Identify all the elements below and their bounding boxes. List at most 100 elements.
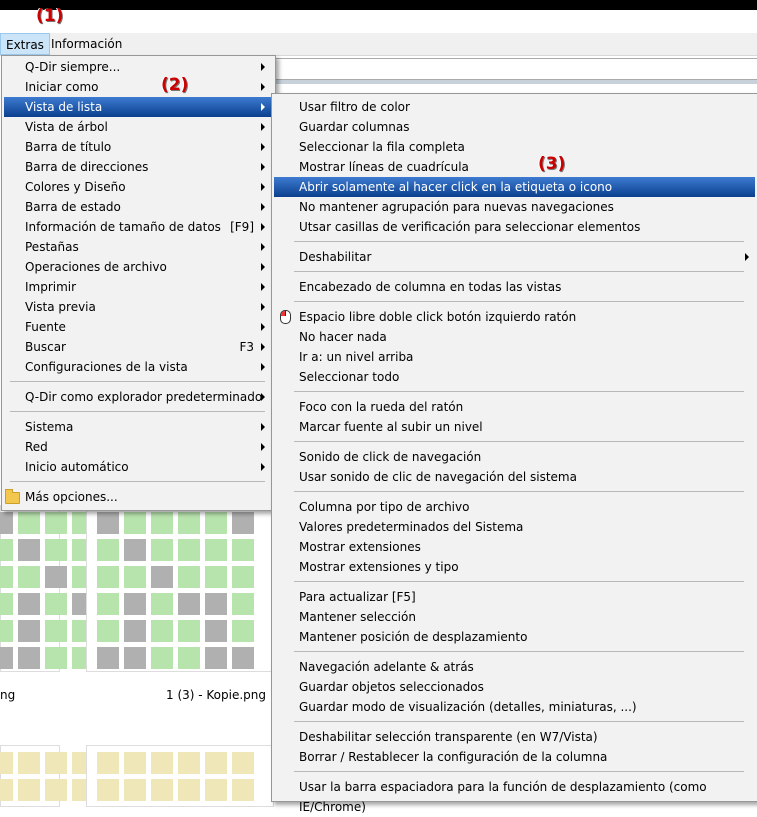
submenu-arrow-icon xyxy=(261,243,265,251)
toolbar-strip xyxy=(274,80,757,84)
menu-item-label: Red xyxy=(25,440,48,454)
menu-item-barra-de-direcciones[interactable]: Barra de direcciones xyxy=(4,157,272,177)
menu-item-red[interactable]: Red xyxy=(4,437,272,457)
menu-item-mostrar-extensiones[interactable]: Mostrar extensiones xyxy=(274,537,755,557)
menu-item-utsar-casillas-de-verificacion-para-seleccionar-elementos[interactable]: Utsar casillas de verificación para sele… xyxy=(274,217,755,237)
thumbnail-cell xyxy=(151,539,173,561)
submenu-arrow-icon xyxy=(745,253,749,261)
menu-item-usar-la-barra-espaciadora-para-la-funcion-de-desplazamiento-como-ie-chrome[interactable]: Usar la barra espaciadora para la funció… xyxy=(274,777,755,814)
menu-bar: Extras Información xyxy=(0,33,757,56)
menu-item-label: Vista de lista xyxy=(25,100,103,114)
menu-item-label: Guardar objetos seleccionados xyxy=(299,680,484,694)
thumbnail-cell xyxy=(124,620,146,642)
thumbnail-left[interactable] xyxy=(0,505,148,672)
menu-separator xyxy=(294,651,744,652)
file-name-left[interactable]: ng xyxy=(0,688,15,702)
thumbnail-cell xyxy=(97,752,119,774)
menu-item-guardar-objetos-seleccionados[interactable]: Guardar objetos seleccionados xyxy=(274,677,755,697)
menu-item-label: Encabezado de columna en todas las vista… xyxy=(299,280,562,294)
menu-extras[interactable]: Extras xyxy=(0,33,50,55)
thumbnail-left-2[interactable] xyxy=(0,745,148,807)
thumbnail-cell xyxy=(124,779,146,801)
thumbnail-right-2[interactable] xyxy=(86,745,274,807)
menu-item-seleccionar-todo[interactable]: Seleccionar todo xyxy=(274,367,755,387)
folder-icon xyxy=(5,489,20,504)
thumbnail-cell xyxy=(45,593,67,615)
menu-item-abrir-solamente-al-hacer-click-en-la-etiqueta-o-icono[interactable]: Abrir solamente al hacer click en la eti… xyxy=(274,177,755,197)
menu-item-label: Vista previa xyxy=(25,300,96,314)
menu-item-foco-con-la-rueda-del-raton[interactable]: Foco con la rueda del ratón xyxy=(274,397,755,417)
menu-item-valores-predeterminados-del-sistema[interactable]: Valores predeterminados del Sistema xyxy=(274,517,755,537)
menu-item-espacio-libre-doble-click-boton-izquierdo-raton[interactable]: Espacio libre doble click botón izquierd… xyxy=(274,307,755,327)
menu-item-deshabilitar-seleccion-transparente-en-w7-vista[interactable]: Deshabilitar selección transparente (en … xyxy=(274,727,755,747)
menu-item-columna-por-tipo-de-archivo[interactable]: Columna por tipo de archivo xyxy=(274,497,755,517)
menu-item-no-mantener-agrupacion-para-nuevas-navegaciones[interactable]: No mantener agrupación para nuevas naveg… xyxy=(274,197,755,217)
menu-item-sonido-de-click-de-navegacion[interactable]: Sonido de click de navegación xyxy=(274,447,755,467)
menu-item-label: Seleccionar todo xyxy=(299,370,400,384)
menu-item-navegacion-adelante-atras[interactable]: Navegación adelante & atrás xyxy=(274,657,755,677)
menu-item-usar-sonido-de-clic-de-navegacion-del-sistema[interactable]: Usar sonido de clic de navegación del si… xyxy=(274,467,755,487)
menu-item-marcar-fuente-al-subir-un-nivel[interactable]: Marcar fuente al subir un nivel xyxy=(274,417,755,437)
menu-item-label: No hacer nada xyxy=(299,330,387,344)
menu-separator xyxy=(294,721,744,722)
menu-item-encabezado-de-columna-en-todas-las-vistas[interactable]: Encabezado de columna en todas las vista… xyxy=(274,277,755,297)
menu-item-mantener-seleccion[interactable]: Mantener selección xyxy=(274,607,755,627)
menu-item-usar-filtro-de-color[interactable]: Usar filtro de color xyxy=(274,97,755,117)
menu-item-sistema[interactable]: Sistema xyxy=(4,417,272,437)
menu-informacion[interactable]: Información xyxy=(46,33,127,55)
menu-item-ir-a-un-nivel-arriba[interactable]: Ir a: un nivel arriba xyxy=(274,347,755,367)
menu-item-label: No mantener agrupación para nuevas naveg… xyxy=(299,200,614,214)
thumbnail-right[interactable] xyxy=(86,505,274,672)
menu-item-barra-de-estado[interactable]: Barra de estado xyxy=(4,197,272,217)
thumbnail-cell xyxy=(124,752,146,774)
thumbnail-cell xyxy=(178,593,200,615)
menu-item-mantener-posicion-de-desplazamiento[interactable]: Mantener posición de desplazamiento xyxy=(274,627,755,647)
menu-item-informacion-de-tamano-de-datos[interactable]: Información de tamaño de datos [F9] xyxy=(4,217,272,237)
menu-item-fuente[interactable]: Fuente xyxy=(4,317,272,337)
menu-item-label: Deshabilitar selección transparente (en … xyxy=(299,730,598,744)
thumbnail-cell xyxy=(97,779,119,801)
menu-item-buscar[interactable]: Buscar F3 xyxy=(4,337,272,357)
menu-item-inicio-automatico[interactable]: Inicio automático xyxy=(4,457,272,477)
thumbnail-cell xyxy=(0,752,13,774)
menu-item-seleccionar-la-fila-completa[interactable]: Seleccionar la fila completa xyxy=(274,137,755,157)
vista-de-lista-submenu: Usar filtro de color Guardar columnas Sele… xyxy=(271,93,757,814)
submenu-arrow-icon xyxy=(261,423,265,431)
menu-item-colores-y-diseno[interactable]: Colores y Diseño xyxy=(4,177,272,197)
menu-item-mas-opciones[interactable]: Más opciones... xyxy=(4,487,272,507)
thumbnail-cell xyxy=(178,620,200,642)
menu-item-vista-de-lista[interactable]: Vista de lista xyxy=(4,97,272,117)
menu-item-vista-previa[interactable]: Vista previa xyxy=(4,297,272,317)
submenu-arrow-icon xyxy=(261,303,265,311)
menu-item-label: Configuraciones de la vista xyxy=(25,360,188,374)
thumbnail-cell xyxy=(232,647,254,669)
menu-item-borrar-restablecer-la-configuracion-de-la-columna[interactable]: Borrar / Restablecer la configuración de… xyxy=(274,747,755,767)
thumbnail-cell xyxy=(205,593,227,615)
thumbnail-cell xyxy=(18,779,40,801)
file-name-right[interactable]: 1 (3) - Kopie.png xyxy=(166,688,266,702)
thumbnail-cell xyxy=(205,539,227,561)
menu-item-label: Operaciones de archivo xyxy=(25,260,167,274)
menu-item-q-dir-siempre[interactable]: Q-Dir siempre... xyxy=(4,57,272,77)
menu-item-deshabilitar[interactable]: Deshabilitar xyxy=(274,247,755,267)
menu-item-iniciar-como[interactable]: Iniciar como xyxy=(4,77,272,97)
menu-item-guardar-modo-de-visualizacion-detalles-miniaturas[interactable]: Guardar modo de visualización (detalles,… xyxy=(274,697,755,717)
menu-item-configuraciones-de-la-vista[interactable]: Configuraciones de la vista xyxy=(4,357,272,377)
thumbnail-cell xyxy=(178,752,200,774)
submenu-arrow-icon xyxy=(261,363,265,371)
menu-item-imprimir[interactable]: Imprimir xyxy=(4,277,272,297)
menu-item-vista-de-arbol[interactable]: Vista de árbol xyxy=(4,117,272,137)
menu-item-label: Colores y Diseño xyxy=(25,180,126,194)
menu-item-guardar-columnas[interactable]: Guardar columnas xyxy=(274,117,755,137)
address-field[interactable] xyxy=(274,58,757,80)
menu-item-operaciones-de-archivo[interactable]: Operaciones de archivo xyxy=(4,257,272,277)
menu-item-barra-de-titulo[interactable]: Barra de título xyxy=(4,137,272,157)
menu-item-no-hacer-nada[interactable]: No hacer nada xyxy=(274,327,755,347)
menu-item-para-actualizar-f5[interactable]: Para actualizar [F5] xyxy=(274,587,755,607)
menu-item-pestanas[interactable]: Pestañas xyxy=(4,237,272,257)
menu-item-mostrar-lineas-de-cuadricula[interactable]: Mostrar líneas de cuadrícula xyxy=(274,157,755,177)
menu-item-mostrar-extensiones-y-tipo[interactable]: Mostrar extensiones y tipo xyxy=(274,557,755,577)
menu-item-q-dir-como-explorador-predeterminado[interactable]: Q-Dir como explorador predeterminado xyxy=(4,387,272,407)
thumbnail-cell xyxy=(97,620,119,642)
submenu-arrow-icon xyxy=(261,323,265,331)
